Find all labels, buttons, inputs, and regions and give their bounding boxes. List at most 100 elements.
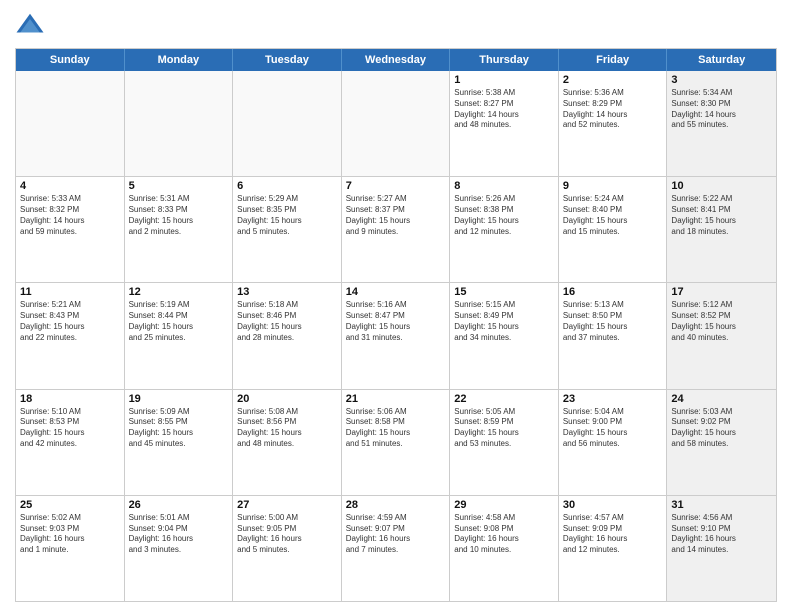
- page: SundayMondayTuesdayWednesdayThursdayFrid…: [0, 0, 792, 612]
- day-number: 31: [671, 499, 772, 511]
- day-number: 28: [346, 499, 446, 511]
- cal-cell-day-8: 8 Sunrise: 5:26 AM Sunset: 8:38 PM Daylig…: [450, 177, 559, 282]
- day-number: 27: [237, 499, 337, 511]
- cal-cell-day-14: 14 Sunrise: 5:16 AM Sunset: 8:47 PM Dayli…: [342, 283, 451, 388]
- day-number: 13: [237, 286, 337, 298]
- day-number: 30: [563, 499, 663, 511]
- day-number: 20: [237, 393, 337, 405]
- cell-info: Sunrise: 5:15 AM Sunset: 8:49 PM Dayligh…: [454, 300, 554, 343]
- cell-info: Sunrise: 5:18 AM Sunset: 8:46 PM Dayligh…: [237, 300, 337, 343]
- cell-info: Sunrise: 5:36 AM Sunset: 8:29 PM Dayligh…: [563, 88, 663, 131]
- cell-info: Sunrise: 5:12 AM Sunset: 8:52 PM Dayligh…: [671, 300, 772, 343]
- cell-info: Sunrise: 5:27 AM Sunset: 8:37 PM Dayligh…: [346, 194, 446, 237]
- day-number: 16: [563, 286, 663, 298]
- cal-cell-day-29: 29 Sunrise: 4:58 AM Sunset: 9:08 PM Dayli…: [450, 496, 559, 601]
- day-number: 19: [129, 393, 229, 405]
- cal-cell-day-27: 27 Sunrise: 5:00 AM Sunset: 9:05 PM Dayli…: [233, 496, 342, 601]
- header-day-monday: Monday: [125, 49, 234, 71]
- cell-info: Sunrise: 5:00 AM Sunset: 9:05 PM Dayligh…: [237, 513, 337, 556]
- day-number: 7: [346, 180, 446, 192]
- day-number: 12: [129, 286, 229, 298]
- day-number: 23: [563, 393, 663, 405]
- cal-cell-empty-0-3: [342, 71, 451, 176]
- header-day-thursday: Thursday: [450, 49, 559, 71]
- day-number: 10: [671, 180, 772, 192]
- day-number: 4: [20, 180, 120, 192]
- cell-info: Sunrise: 4:58 AM Sunset: 9:08 PM Dayligh…: [454, 513, 554, 556]
- cal-cell-day-24: 24Sunrise: 5:03 AM Sunset: 9:02 PM Dayli…: [667, 390, 776, 495]
- cal-cell-day-10: 10Sunrise: 5:22 AM Sunset: 8:41 PM Dayli…: [667, 177, 776, 282]
- cal-cell-day-18: 18Sunrise: 5:10 AM Sunset: 8:53 PM Dayli…: [16, 390, 125, 495]
- cell-info: Sunrise: 5:13 AM Sunset: 8:50 PM Dayligh…: [563, 300, 663, 343]
- cal-cell-day-5: 5 Sunrise: 5:31 AM Sunset: 8:33 PM Daylig…: [125, 177, 234, 282]
- cell-info: Sunrise: 5:09 AM Sunset: 8:55 PM Dayligh…: [129, 407, 229, 450]
- cal-cell-day-4: 4Sunrise: 5:33 AM Sunset: 8:32 PM Daylig…: [16, 177, 125, 282]
- day-number: 22: [454, 393, 554, 405]
- cal-cell-day-20: 20 Sunrise: 5:08 AM Sunset: 8:56 PM Dayli…: [233, 390, 342, 495]
- cell-info: Sunrise: 4:59 AM Sunset: 9:07 PM Dayligh…: [346, 513, 446, 556]
- cell-info: Sunrise: 5:02 AM Sunset: 9:03 PM Dayligh…: [20, 513, 120, 556]
- cal-cell-day-6: 6Sunrise: 5:29 AM Sunset: 8:35 PM Daylig…: [233, 177, 342, 282]
- cal-cell-day-9: 9 Sunrise: 5:24 AM Sunset: 8:40 PM Daylig…: [559, 177, 668, 282]
- day-number: 26: [129, 499, 229, 511]
- cell-info: Sunrise: 5:26 AM Sunset: 8:38 PM Dayligh…: [454, 194, 554, 237]
- cell-info: Sunrise: 5:31 AM Sunset: 8:33 PM Dayligh…: [129, 194, 229, 237]
- cell-info: Sunrise: 5:05 AM Sunset: 8:59 PM Dayligh…: [454, 407, 554, 450]
- cell-info: Sunrise: 5:34 AM Sunset: 8:30 PM Dayligh…: [671, 88, 772, 131]
- day-number: 8: [454, 180, 554, 192]
- cell-info: Sunrise: 5:01 AM Sunset: 9:04 PM Dayligh…: [129, 513, 229, 556]
- day-number: 29: [454, 499, 554, 511]
- header: [15, 10, 777, 40]
- cell-info: Sunrise: 5:08 AM Sunset: 8:56 PM Dayligh…: [237, 407, 337, 450]
- logo-icon: [15, 10, 45, 40]
- day-number: 5: [129, 180, 229, 192]
- cal-cell-empty-0-0: [16, 71, 125, 176]
- cal-row-3: 18Sunrise: 5:10 AM Sunset: 8:53 PM Dayli…: [16, 389, 776, 495]
- day-number: 21: [346, 393, 446, 405]
- calendar-body: 1 Sunrise: 5:38 AM Sunset: 8:27 PM Daylig…: [16, 71, 776, 601]
- header-day-wednesday: Wednesday: [342, 49, 451, 71]
- cal-cell-day-11: 11Sunrise: 5:21 AM Sunset: 8:43 PM Dayli…: [16, 283, 125, 388]
- day-number: 14: [346, 286, 446, 298]
- cal-row-1: 4Sunrise: 5:33 AM Sunset: 8:32 PM Daylig…: [16, 176, 776, 282]
- cell-info: Sunrise: 4:56 AM Sunset: 9:10 PM Dayligh…: [671, 513, 772, 556]
- header-day-sunday: Sunday: [16, 49, 125, 71]
- cal-cell-day-25: 25 Sunrise: 5:02 AM Sunset: 9:03 PM Dayli…: [16, 496, 125, 601]
- cal-cell-day-23: 23 Sunrise: 5:04 AM Sunset: 9:00 PM Dayli…: [559, 390, 668, 495]
- day-number: 25: [20, 499, 120, 511]
- cal-row-4: 25 Sunrise: 5:02 AM Sunset: 9:03 PM Dayli…: [16, 495, 776, 601]
- day-number: 1: [454, 74, 554, 86]
- cell-info: Sunrise: 5:19 AM Sunset: 8:44 PM Dayligh…: [129, 300, 229, 343]
- cell-info: Sunrise: 4:57 AM Sunset: 9:09 PM Dayligh…: [563, 513, 663, 556]
- cal-cell-empty-0-1: [125, 71, 234, 176]
- day-number: 3: [671, 74, 772, 86]
- cal-cell-day-12: 12 Sunrise: 5:19 AM Sunset: 8:44 PM Dayli…: [125, 283, 234, 388]
- day-number: 9: [563, 180, 663, 192]
- cell-info: Sunrise: 5:38 AM Sunset: 8:27 PM Dayligh…: [454, 88, 554, 131]
- cal-cell-empty-0-2: [233, 71, 342, 176]
- day-number: 18: [20, 393, 120, 405]
- cal-cell-day-19: 19 Sunrise: 5:09 AM Sunset: 8:55 PM Dayli…: [125, 390, 234, 495]
- cal-cell-day-7: 7 Sunrise: 5:27 AM Sunset: 8:37 PM Daylig…: [342, 177, 451, 282]
- calendar: SundayMondayTuesdayWednesdayThursdayFrid…: [15, 48, 777, 602]
- cal-cell-day-28: 28 Sunrise: 4:59 AM Sunset: 9:07 PM Dayli…: [342, 496, 451, 601]
- header-day-saturday: Saturday: [667, 49, 776, 71]
- cell-info: Sunrise: 5:04 AM Sunset: 9:00 PM Dayligh…: [563, 407, 663, 450]
- cal-cell-day-21: 21 Sunrise: 5:06 AM Sunset: 8:58 PM Dayli…: [342, 390, 451, 495]
- logo: [15, 10, 49, 40]
- day-number: 15: [454, 286, 554, 298]
- cal-cell-day-31: 31 Sunrise: 4:56 AM Sunset: 9:10 PM Dayli…: [667, 496, 776, 601]
- day-number: 6: [237, 180, 337, 192]
- header-day-friday: Friday: [559, 49, 668, 71]
- day-number: 17: [671, 286, 772, 298]
- cell-info: Sunrise: 5:06 AM Sunset: 8:58 PM Dayligh…: [346, 407, 446, 450]
- header-day-tuesday: Tuesday: [233, 49, 342, 71]
- cal-cell-day-17: 17 Sunrise: 5:12 AM Sunset: 8:52 PM Dayli…: [667, 283, 776, 388]
- cell-info: Sunrise: 5:24 AM Sunset: 8:40 PM Dayligh…: [563, 194, 663, 237]
- cal-cell-day-13: 13 Sunrise: 5:18 AM Sunset: 8:46 PM Dayli…: [233, 283, 342, 388]
- cal-cell-day-3: 3 Sunrise: 5:34 AM Sunset: 8:30 PM Daylig…: [667, 71, 776, 176]
- cell-info: Sunrise: 5:03 AM Sunset: 9:02 PM Dayligh…: [671, 407, 772, 450]
- cal-cell-day-26: 26 Sunrise: 5:01 AM Sunset: 9:04 PM Dayli…: [125, 496, 234, 601]
- cell-info: Sunrise: 5:16 AM Sunset: 8:47 PM Dayligh…: [346, 300, 446, 343]
- cal-cell-day-22: 22 Sunrise: 5:05 AM Sunset: 8:59 PM Dayli…: [450, 390, 559, 495]
